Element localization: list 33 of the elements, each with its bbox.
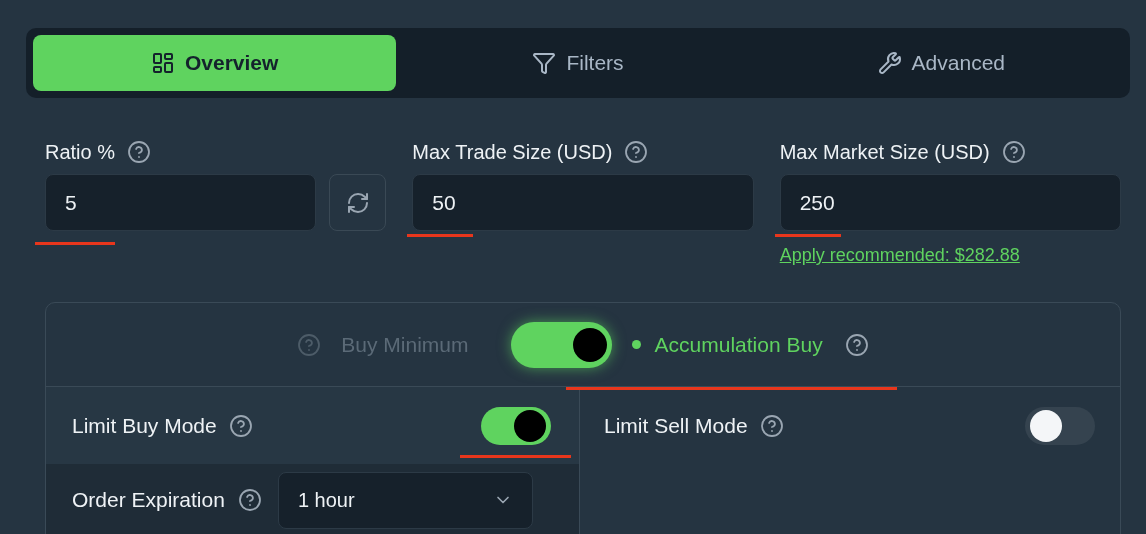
refresh-button[interactable] xyxy=(329,174,387,231)
help-icon[interactable] xyxy=(624,140,649,164)
toggle-switch[interactable] xyxy=(510,321,612,368)
filter-icon xyxy=(532,51,557,75)
expiration-dropdown[interactable]: 1 hour xyxy=(277,471,533,529)
grid-icon xyxy=(150,51,175,75)
input-field[interactable]: 5 xyxy=(45,174,317,231)
input-field[interactable]: 50 xyxy=(412,174,754,231)
toggle-switch[interactable] xyxy=(481,406,551,445)
help-icon[interactable] xyxy=(127,140,152,164)
input-field[interactable]: 250 xyxy=(779,174,1121,231)
mode-label: Accumulation Buy xyxy=(654,331,823,358)
tab[interactable]: Filters xyxy=(396,35,760,91)
toggle-knob xyxy=(1030,409,1062,442)
help-icon[interactable] xyxy=(237,488,262,512)
setting-label: Limit Sell Mode xyxy=(604,412,748,439)
field-label: Max Trade Size (USD) xyxy=(412,140,613,165)
field-label: Max Market Size (USD) xyxy=(779,140,990,165)
recommendation-link[interactable]: Apply recommended: $282.88 xyxy=(779,242,1020,269)
toggle-switch[interactable] xyxy=(1025,406,1095,445)
toggle-knob xyxy=(572,327,607,362)
setting-label: Order Expiration xyxy=(72,487,225,514)
help-icon[interactable] xyxy=(844,332,869,357)
help-icon[interactable] xyxy=(228,413,253,438)
refresh-icon xyxy=(345,190,370,215)
wrench-icon xyxy=(877,51,902,75)
setting-label: Limit Buy Mode xyxy=(72,412,217,439)
tab[interactable]: Advanced xyxy=(759,35,1123,91)
field-label: Ratio % xyxy=(45,140,116,165)
help-icon[interactable] xyxy=(1001,140,1026,164)
tab[interactable]: Overview xyxy=(33,35,397,91)
toggle-knob xyxy=(514,409,546,442)
help-icon[interactable] xyxy=(759,413,784,438)
